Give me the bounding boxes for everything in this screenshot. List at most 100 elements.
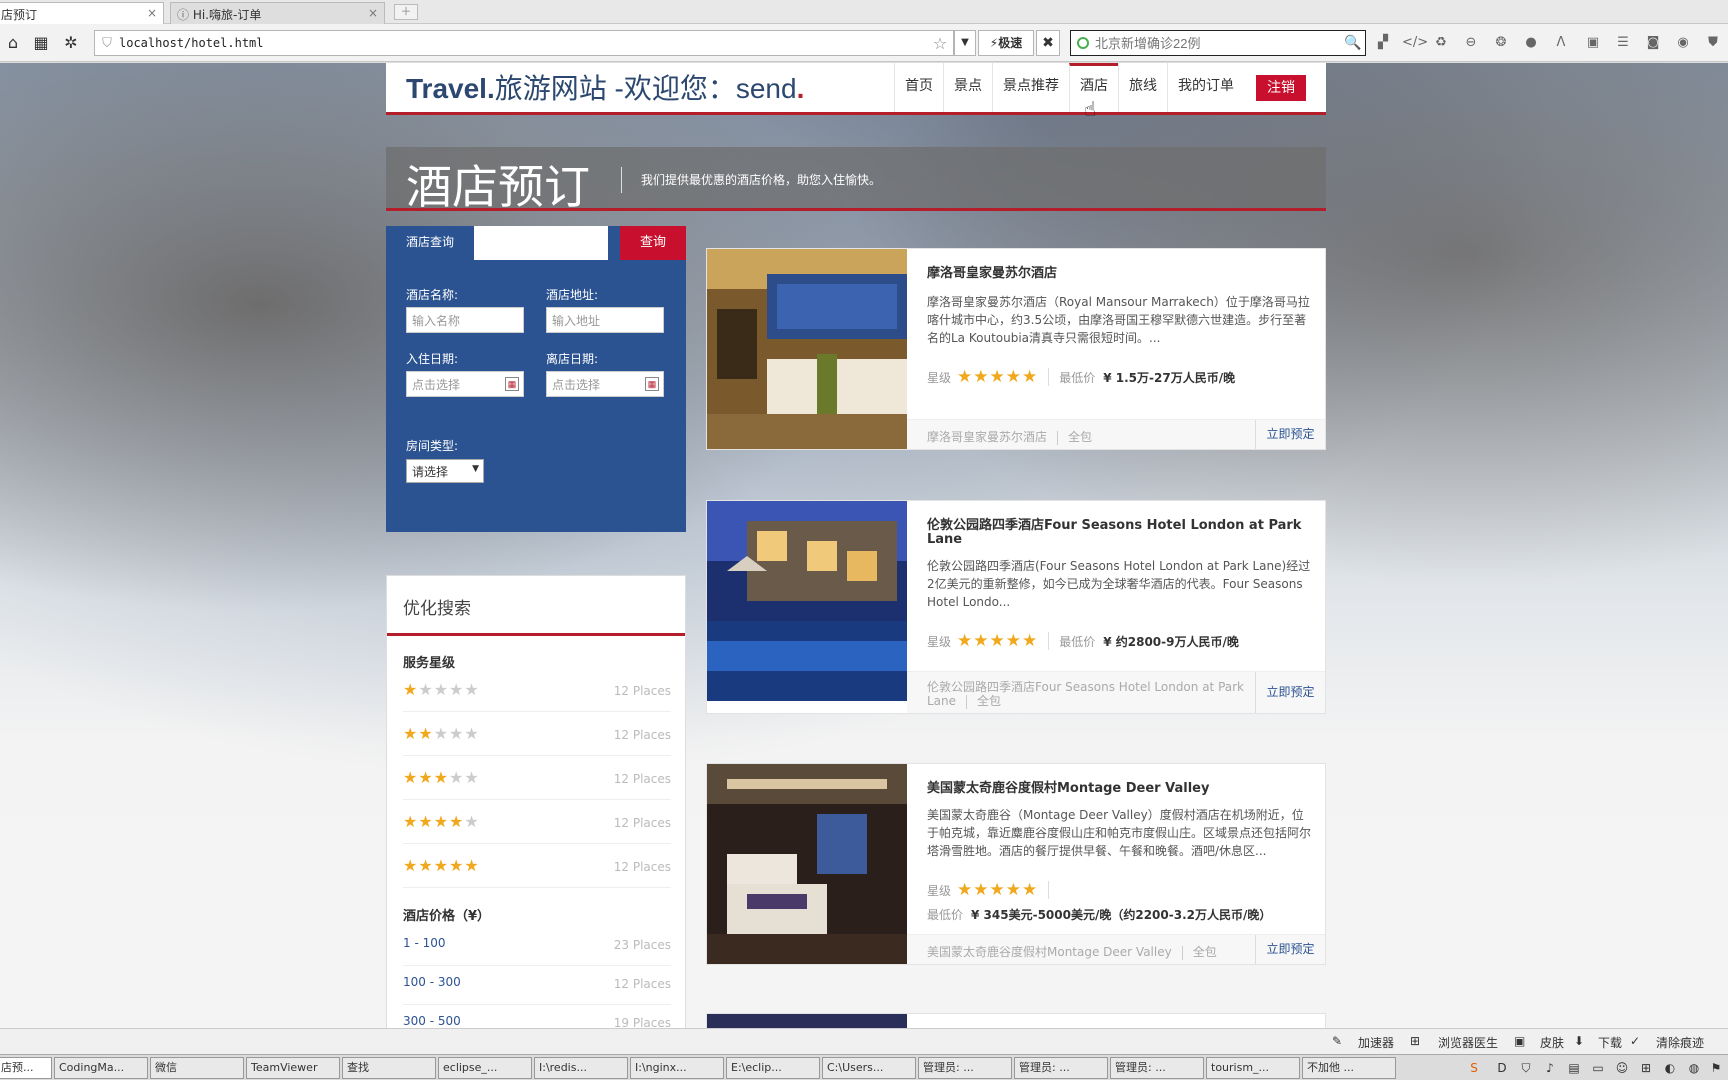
browser-tab-order[interactable]: ⓘ Hi.嗨旅-订单 × <box>170 2 385 24</box>
bookmark-star-icon[interactable]: ☆ <box>927 34 953 53</box>
tray-bell-icon[interactable]: ♪ <box>1542 1060 1558 1076</box>
book-now-button[interactable]: 立即预定 <box>1255 672 1325 713</box>
tray-d-icon[interactable]: D <box>1494 1060 1510 1076</box>
checkin-date-field[interactable]: 点击选择 ▦ <box>406 371 524 397</box>
search-button[interactable]: 查询 <box>620 226 686 260</box>
feather-icon[interactable]: ✎ <box>1332 1034 1342 1048</box>
circle-ext-icon[interactable]: ● <box>1522 34 1540 52</box>
status-skin[interactable]: 皮肤 <box>1540 1034 1564 1051</box>
taskbar-button[interactable]: 微信 <box>150 1057 244 1079</box>
browser-tab-hotel[interactable]: 店预订 × <box>0 2 164 24</box>
calendar-icon[interactable]: ▦ <box>645 377 659 391</box>
taskbar-button[interactable]: 店预... <box>0 1057 52 1079</box>
picture-ext-icon[interactable]: ▣ <box>1584 34 1602 52</box>
taskbar-button[interactable]: TeamViewer <box>246 1057 340 1079</box>
hotel-photo[interactable] <box>707 501 907 701</box>
extension-icon[interactable]: ✲ <box>60 32 82 54</box>
taskbar-button[interactable]: eclipse_... <box>438 1057 532 1079</box>
footer-hotel-name: 伦敦公园路四季酒店Four Seasons Hotel London at Pa… <box>927 680 1244 708</box>
calendar-icon[interactable]: ▦ <box>505 377 519 391</box>
star-filter-row[interactable]: ★★★★★ 12 Places <box>403 672 671 712</box>
tray-s-icon[interactable]: S <box>1466 1060 1482 1076</box>
tray-monitor-icon[interactable]: ▭ <box>1590 1060 1606 1076</box>
book-now-button[interactable]: 立即预定 <box>1255 420 1325 449</box>
new-tab-button[interactable]: ＋ <box>394 4 418 20</box>
status-accelerator[interactable]: 加速器 <box>1358 1034 1394 1051</box>
price-filter-row[interactable]: 300 - 500 19 Places <box>403 1004 671 1028</box>
search-tab[interactable]: 酒店查询 <box>386 226 474 260</box>
hotel-name[interactable]: 美国蒙太奇鹿谷度假村Montage Deer Valley <box>927 782 1312 796</box>
tray-flag-icon[interactable]: ⚑ <box>1708 1060 1724 1076</box>
star-filter-row[interactable]: ★★★★★ 12 Places <box>403 804 671 844</box>
hotel-name[interactable]: 伦敦公园路四季酒店Four Seasons Hotel London at Pa… <box>927 519 1312 547</box>
notes-ext-icon[interactable]: ☰ <box>1614 34 1632 52</box>
price-filter-row[interactable]: 100 - 300 12 Places <box>403 965 671 1005</box>
price-range[interactable]: 100 - 300 <box>403 975 461 989</box>
grid-ext-icon[interactable]: ▞ <box>1374 34 1392 52</box>
star-filter-row[interactable]: ★★★★★ 12 Places <box>403 848 671 888</box>
close-tab-icon[interactable]: × <box>147 6 157 20</box>
status-download[interactable]: 下载 <box>1598 1034 1622 1051</box>
minus-ext-icon[interactable]: ⊖ <box>1462 34 1480 52</box>
tray-volume-icon[interactable]: ◐ <box>1662 1060 1678 1076</box>
taskbar-button[interactable]: C:\Users... <box>822 1057 916 1079</box>
a-ext-icon[interactable]: Λ <box>1552 34 1570 52</box>
hotel-photo[interactable] <box>707 1014 907 1028</box>
hotel-name-input[interactable]: 输入名称 <box>406 307 524 333</box>
taskbar-button[interactable]: 查找 <box>342 1057 436 1079</box>
star-filter-row[interactable]: ★★★★★ 12 Places <box>403 760 671 800</box>
price-filter-row[interactable]: 1 - 100 23 Places <box>403 926 671 966</box>
camera-ext-icon[interactable]: ◙ <box>1644 34 1662 52</box>
logout-button[interactable]: 注销 <box>1256 75 1306 101</box>
search-keyword-input[interactable] <box>474 226 608 260</box>
taskbar-button[interactable]: tourism_... <box>1206 1057 1300 1079</box>
price-range[interactable]: 300 - 500 <box>403 1014 461 1028</box>
price-range[interactable]: 1 - 100 <box>403 936 446 950</box>
taskbar-button[interactable]: 管理员: ... <box>918 1057 1012 1079</box>
dropdown-arrow-icon[interactable]: ▼ <box>954 30 976 56</box>
nav-my-orders[interactable]: 我的订单 <box>1167 63 1244 112</box>
taskbar-button[interactable]: CodingMa... <box>54 1057 148 1079</box>
speed-mode-button[interactable]: ⚡极速 <box>978 30 1034 56</box>
address-bar[interactable]: ⛉ localhost/hotel.html ☆ <box>94 30 954 56</box>
browser-search-box[interactable]: 🔍 <box>1070 30 1366 56</box>
status-browser-doctor[interactable]: 浏览器医生 <box>1438 1034 1498 1051</box>
status-clear-trace[interactable]: 清除痕迹 <box>1656 1034 1704 1051</box>
nav-routes[interactable]: 旅线 <box>1118 63 1167 112</box>
hotel-name[interactable]: 摩洛哥皇家曼苏尔酒店 <box>927 267 1312 281</box>
home-icon[interactable]: ⌂ <box>2 32 24 54</box>
address-url[interactable]: localhost/hotel.html <box>119 36 927 50</box>
browser-search-input[interactable] <box>1095 35 1341 51</box>
checkout-date-field[interactable]: 点击选择 ▦ <box>546 371 664 397</box>
tray-network-icon[interactable]: ⊞ <box>1638 1060 1654 1076</box>
hotel-photo[interactable] <box>707 249 907 449</box>
taskbar-button[interactable]: I:\redis... <box>534 1057 628 1079</box>
wifi-ext-icon[interactable]: ❂ <box>1492 34 1510 52</box>
nav-home[interactable]: 首页 <box>894 63 943 112</box>
nav-recommended[interactable]: 景点推荐 <box>992 63 1069 112</box>
nav-attractions[interactable]: 景点 <box>943 63 992 112</box>
apps-icon[interactable]: ▦ <box>30 32 52 54</box>
taskbar-button[interactable]: I:\nginx... <box>630 1057 724 1079</box>
tray-qq-icon[interactable]: ☺ <box>1614 1060 1630 1076</box>
book-now-button[interactable]: 立即预定 <box>1255 935 1325 964</box>
tray-wechat-icon[interactable]: ◍ <box>1686 1060 1702 1076</box>
taskbar-button[interactable]: 不加他 ... <box>1302 1057 1396 1079</box>
search-icon[interactable]: 🔍 <box>1341 35 1365 51</box>
taskbar-button[interactable]: 管理员: ... <box>1110 1057 1204 1079</box>
site-logo[interactable]: Travel.旅游网站 -欢迎您：send. <box>406 67 804 107</box>
recycle-ext-icon[interactable]: ♻ <box>1432 34 1450 52</box>
tray-chart-icon[interactable]: ▤ <box>1566 1060 1582 1076</box>
taskbar-button[interactable]: 管理员: ... <box>1014 1057 1108 1079</box>
room-type-select[interactable]: 请选择 ▼ <box>406 459 484 483</box>
shield-ext-icon[interactable]: ⛊ <box>1704 34 1722 52</box>
close-tab-icon[interactable]: × <box>368 6 378 20</box>
hotel-photo[interactable] <box>707 764 907 964</box>
eye-ext-icon[interactable]: ◉ <box>1674 34 1692 52</box>
star-filter-row[interactable]: ★★★★★ 12 Places <box>403 716 671 756</box>
hotel-address-input[interactable]: 输入地址 <box>546 307 664 333</box>
code-ext-icon[interactable]: </> <box>1402 34 1428 52</box>
scissors-icon[interactable]: ✖ <box>1036 30 1060 56</box>
taskbar-button[interactable]: E:\eclip... <box>726 1057 820 1079</box>
tray-shield-icon[interactable]: ⛉ <box>1518 1060 1534 1076</box>
